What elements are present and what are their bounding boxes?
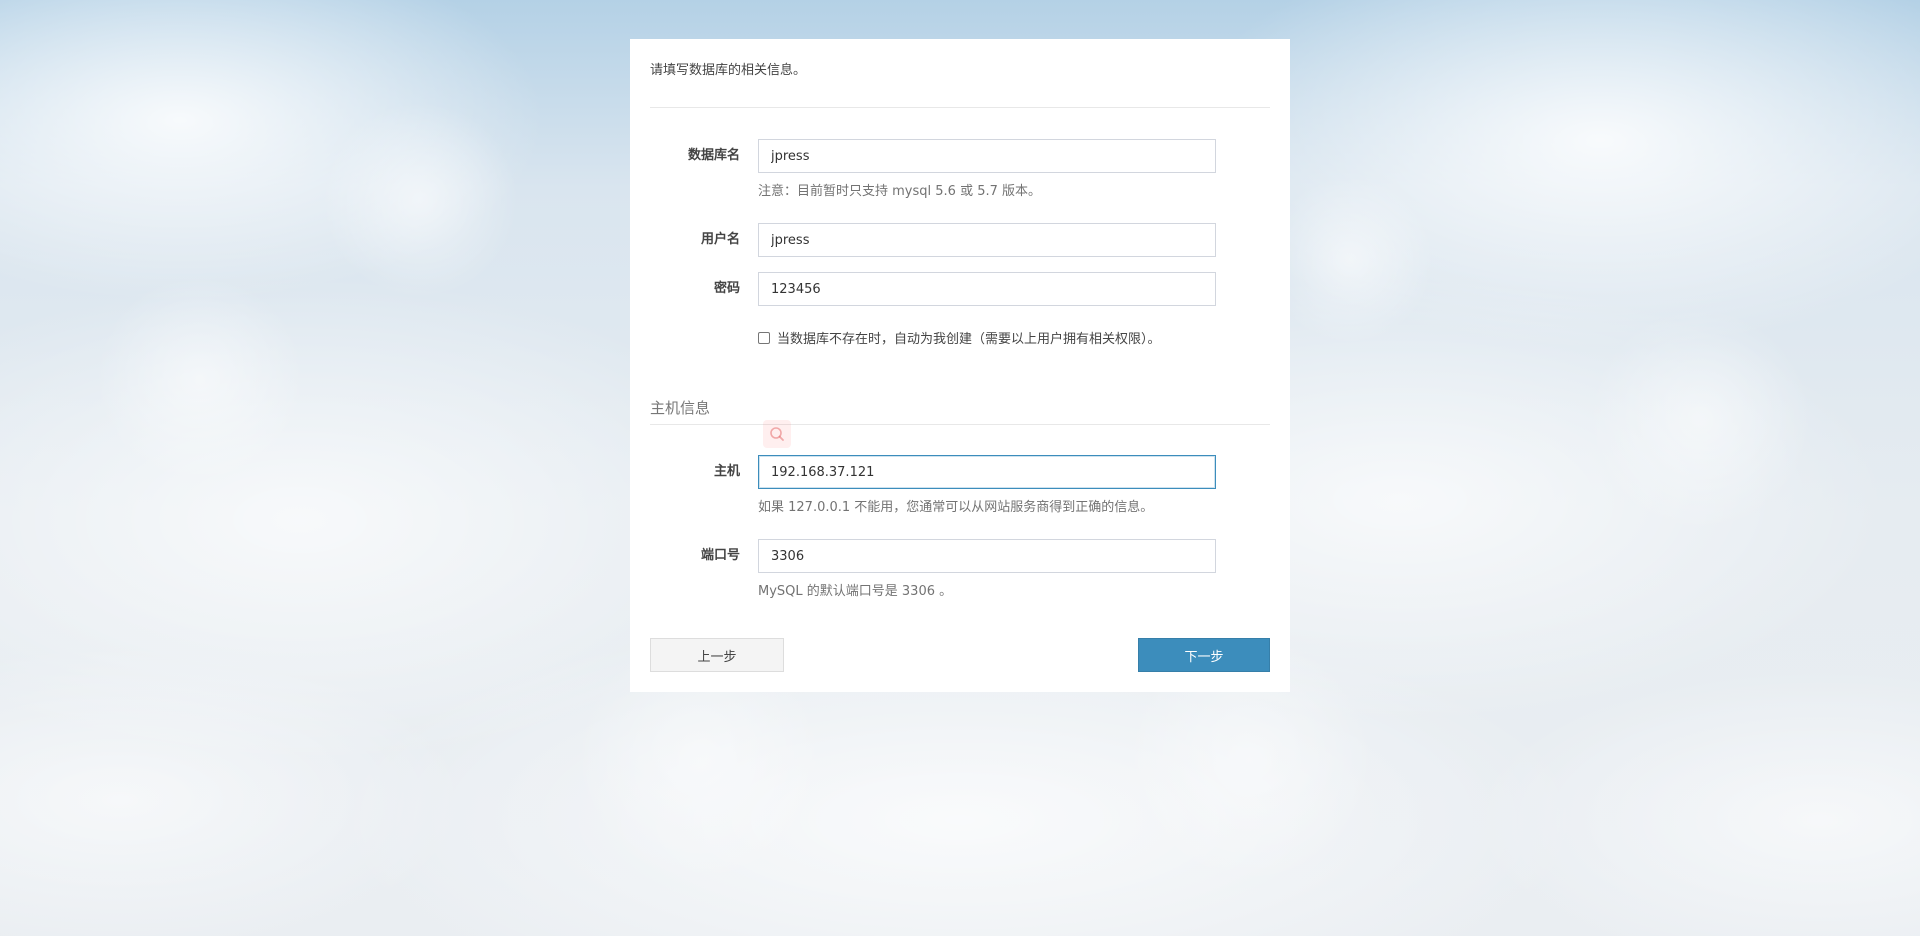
host-help: 如果 127.0.0.1 不能用，您通常可以从网站服务商得到正确的信息。: [758, 500, 1154, 515]
username-input[interactable]: [758, 223, 1216, 257]
host-label: 主机: [713, 464, 740, 479]
db-name-help: 注意：目前暂时只支持 mysql 5.6 或 5.7 版本。: [758, 184, 1042, 199]
database-setup-panel: 请填写数据库的相关信息。 数据库名 注意：目前暂时只支持 mysql 5.6 或…: [630, 39, 1290, 692]
port-label: 端口号: [700, 548, 740, 563]
host-input[interactable]: [758, 455, 1216, 489]
create-db-checkbox-label: 当数据库不存在时，自动为我创建（需要以上用户拥有相关权限）。: [777, 332, 1161, 347]
intro-text: 请填写数据库的相关信息。: [650, 63, 807, 78]
previous-step-button[interactable]: 上一步: [650, 638, 784, 672]
create-db-option[interactable]: 当数据库不存在时，自动为我创建（需要以上用户拥有相关权限）。: [758, 328, 1161, 347]
host-section-title: 主机信息: [650, 399, 711, 417]
db-name-input[interactable]: [758, 139, 1216, 173]
create-db-checkbox[interactable]: [758, 331, 770, 344]
next-step-button[interactable]: 下一步: [1138, 638, 1270, 672]
username-label: 用户名: [700, 232, 740, 247]
divider: [650, 107, 1270, 108]
port-help: MySQL 的默认端口号是 3306 。: [758, 584, 953, 599]
db-name-label: 数据库名: [687, 148, 740, 163]
password-input[interactable]: [758, 272, 1216, 306]
password-label: 密码: [713, 281, 740, 296]
port-input[interactable]: [758, 539, 1216, 573]
search-icon[interactable]: [763, 420, 791, 448]
host-section-divider: [650, 424, 1270, 425]
